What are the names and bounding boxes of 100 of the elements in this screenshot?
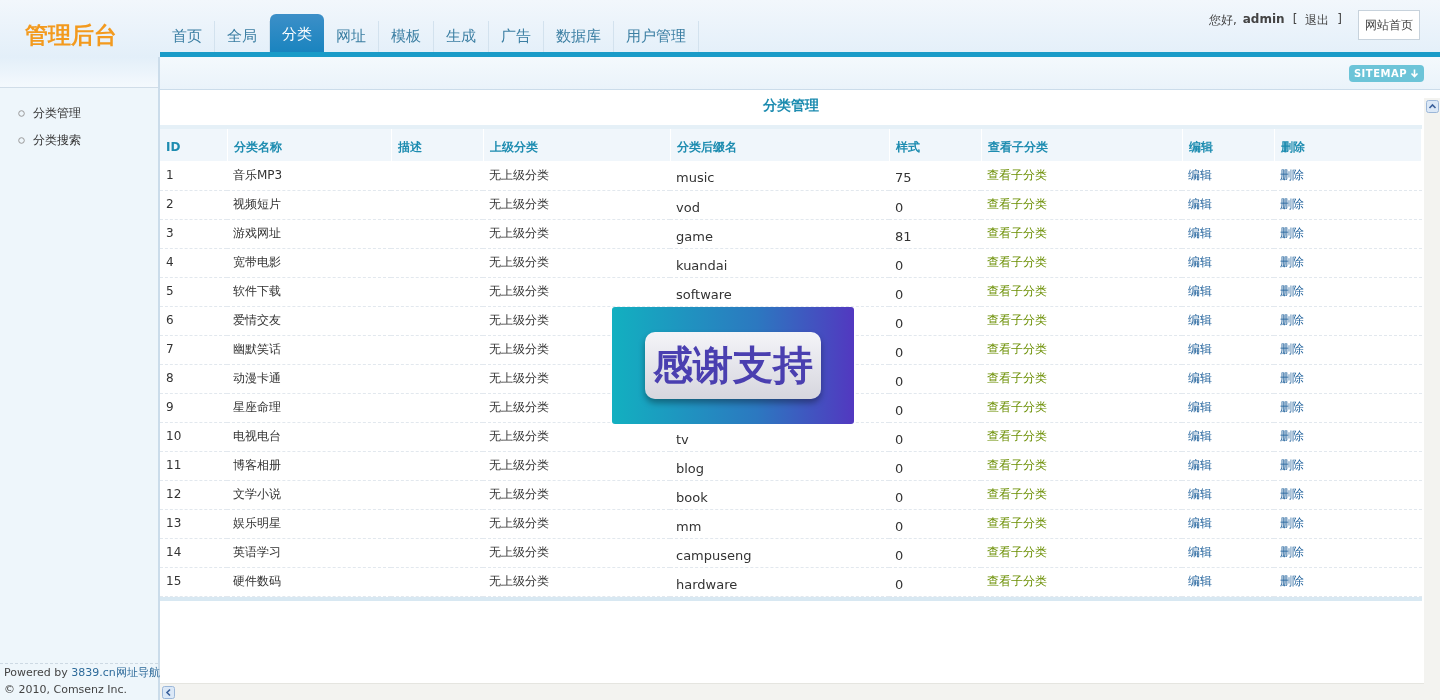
column-header: 上级分类 xyxy=(483,129,670,161)
table-cell: 幽默笑话 xyxy=(233,342,281,356)
table-cell: 0 xyxy=(895,576,904,592)
table-cell: 视频短片 xyxy=(233,197,281,211)
delete-link[interactable]: 删除 xyxy=(1280,197,1304,211)
table-cell: 5 xyxy=(166,284,174,298)
table-cell: 无上级分类 xyxy=(489,574,549,588)
table-cell: 动漫卡通 xyxy=(233,371,281,385)
delete-link[interactable]: 删除 xyxy=(1280,400,1304,414)
edit-link[interactable]: 编辑 xyxy=(1188,342,1212,356)
column-header: 删除 xyxy=(1274,129,1422,161)
view-subcategory-link[interactable]: 查看子分类 xyxy=(987,458,1047,472)
table-cell: 无上级分类 xyxy=(489,284,549,298)
view-subcategory-link[interactable]: 查看子分类 xyxy=(987,255,1047,269)
view-subcategory-link[interactable]: 查看子分类 xyxy=(987,167,1047,182)
table-cell: 游戏网址 xyxy=(233,226,281,240)
delete-link[interactable]: 删除 xyxy=(1280,574,1304,588)
edit-link[interactable]: 编辑 xyxy=(1188,371,1212,385)
delete-link[interactable]: 删除 xyxy=(1280,429,1304,443)
sidebar-item[interactable]: 分类搜索 xyxy=(33,132,81,149)
delete-link[interactable]: 删除 xyxy=(1280,487,1304,501)
delete-link[interactable]: 删除 xyxy=(1280,255,1304,269)
powered-link[interactable]: 3839.cn网址导航 xyxy=(71,666,160,679)
view-subcategory-link[interactable]: 查看子分类 xyxy=(987,342,1047,356)
table-cell: 0 xyxy=(895,460,904,476)
table-cell: 81 xyxy=(895,228,912,244)
edit-link[interactable]: 编辑 xyxy=(1188,429,1212,443)
user-name: admin xyxy=(1242,12,1285,26)
edit-link[interactable]: 编辑 xyxy=(1188,197,1212,211)
sidebar-item[interactable]: 分类管理 xyxy=(33,105,81,122)
delete-link[interactable]: 删除 xyxy=(1280,226,1304,240)
nav-tab[interactable]: 用户管理 xyxy=(614,21,699,52)
delete-link[interactable]: 删除 xyxy=(1280,342,1304,356)
delete-link[interactable]: 删除 xyxy=(1280,284,1304,298)
edit-link[interactable]: 编辑 xyxy=(1188,226,1212,240)
table-cell: vod xyxy=(676,199,700,215)
view-subcategory-link[interactable]: 查看子分类 xyxy=(987,429,1047,443)
delete-link[interactable]: 删除 xyxy=(1280,167,1304,182)
edit-link[interactable]: 编辑 xyxy=(1188,516,1212,530)
edit-link[interactable]: 编辑 xyxy=(1188,255,1212,269)
table-cell: software xyxy=(676,286,732,302)
nav-tab[interactable]: 分类 xyxy=(270,14,324,52)
table-cell: 音乐MP3 xyxy=(233,167,283,182)
copyright: © 2010, Comsenz Inc. xyxy=(4,682,129,698)
edit-link[interactable]: 编辑 xyxy=(1188,545,1212,559)
table-cell: 无上级分类 xyxy=(489,255,549,269)
bullet-icon xyxy=(18,137,25,144)
nav-tab[interactable]: 生成 xyxy=(434,21,489,52)
table-cell: 爱情交友 xyxy=(233,313,281,327)
vertical-scrollbar[interactable] xyxy=(1424,98,1440,684)
table-cell: 无上级分类 xyxy=(489,516,549,530)
table-cell: 无上级分类 xyxy=(489,371,549,385)
nav-tab[interactable]: 广告 xyxy=(489,21,544,52)
view-subcategory-link[interactable]: 查看子分类 xyxy=(987,371,1047,385)
nav-tab[interactable]: 数据库 xyxy=(544,21,614,52)
edit-link[interactable]: 编辑 xyxy=(1188,458,1212,472)
logout-link[interactable]: 退出 xyxy=(1305,12,1330,29)
view-subcategory-link[interactable]: 查看子分类 xyxy=(987,545,1047,559)
table-cell: 0 xyxy=(895,489,904,505)
view-subcategory-link[interactable]: 查看子分类 xyxy=(987,284,1047,298)
edit-link[interactable]: 编辑 xyxy=(1188,284,1212,298)
edit-link[interactable]: 编辑 xyxy=(1188,400,1212,414)
delete-link[interactable]: 删除 xyxy=(1280,545,1304,559)
delete-link[interactable]: 删除 xyxy=(1280,313,1304,327)
nav-tab[interactable]: 模板 xyxy=(379,21,434,52)
delete-link[interactable]: 删除 xyxy=(1280,516,1304,530)
table-cell: mm xyxy=(676,518,702,534)
table-cell: 无上级分类 xyxy=(489,400,549,414)
view-subcategory-link[interactable]: 查看子分类 xyxy=(987,400,1047,414)
view-subcategory-link[interactable]: 查看子分类 xyxy=(987,516,1047,530)
view-subcategory-link[interactable]: 查看子分类 xyxy=(987,487,1047,501)
nav-tab[interactable]: 首页 xyxy=(160,21,215,52)
site-home-button[interactable]: 网站首页 xyxy=(1358,10,1420,40)
delete-link[interactable]: 删除 xyxy=(1280,371,1304,385)
table-cell: 3 xyxy=(166,226,174,240)
table-cell: 7 xyxy=(166,342,174,356)
delete-link[interactable]: 删除 xyxy=(1280,458,1304,472)
down-arrow-icon xyxy=(1410,68,1419,78)
table-cell: 0 xyxy=(895,315,904,331)
table-cell: 英语学习 xyxy=(233,545,281,559)
edit-link[interactable]: 编辑 xyxy=(1188,574,1212,588)
edit-link[interactable]: 编辑 xyxy=(1188,313,1212,327)
table-cell: 文学小说 xyxy=(233,487,281,501)
view-subcategory-link[interactable]: 查看子分类 xyxy=(987,574,1047,588)
table-cell: 2 xyxy=(166,197,174,211)
table-cell: 1 xyxy=(166,167,174,182)
horizontal-scrollbar[interactable] xyxy=(160,683,1440,700)
greeting: 您好, xyxy=(1208,12,1237,29)
table-cell: 4 xyxy=(166,255,174,269)
view-subcategory-link[interactable]: 查看子分类 xyxy=(987,313,1047,327)
table-cell: 电视电台 xyxy=(233,429,281,443)
view-subcategory-link[interactable]: 查看子分类 xyxy=(987,226,1047,240)
view-subcategory-link[interactable]: 查看子分类 xyxy=(987,197,1047,211)
edit-link[interactable]: 编辑 xyxy=(1188,487,1212,501)
table-cell: campuseng xyxy=(676,547,752,563)
table-cell: 无上级分类 xyxy=(489,429,549,443)
table-cell: 10 xyxy=(166,429,182,443)
edit-link[interactable]: 编辑 xyxy=(1188,167,1212,182)
table-cell: game xyxy=(676,228,713,244)
nav-tab[interactable]: 网址 xyxy=(324,21,379,52)
